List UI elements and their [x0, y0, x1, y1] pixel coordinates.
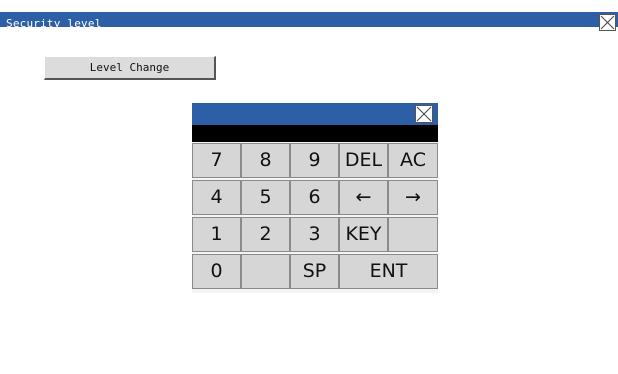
numeric-keypad: 7 8 9 DEL AC 4 5 6 ← → 1 2 3 KEY 0 SP EN… — [192, 103, 438, 293]
key-left-arrow[interactable]: ← — [339, 180, 388, 215]
keypad-title-bar — [192, 103, 438, 125]
key-del[interactable]: DEL — [339, 143, 388, 178]
title-bar: Security level — [0, 0, 618, 31]
key-0[interactable]: 0 — [192, 254, 241, 289]
key-4[interactable]: 4 — [192, 180, 241, 215]
key-key[interactable]: KEY — [339, 217, 388, 252]
key-blank — [388, 217, 438, 252]
key-enter[interactable]: ENT — [339, 254, 438, 289]
level-change-button[interactable]: Level Change — [44, 56, 216, 80]
key-8[interactable]: 8 — [241, 143, 290, 178]
key-blank — [241, 254, 290, 289]
keypad-close-button[interactable] — [415, 105, 433, 123]
keypad-display — [192, 125, 438, 142]
window-title: Security level — [6, 17, 102, 30]
close-x-icon — [416, 106, 432, 122]
key-1[interactable]: 1 — [192, 217, 241, 252]
key-9[interactable]: 9 — [290, 143, 339, 178]
close-x-icon — [600, 15, 615, 30]
key-ac[interactable]: AC — [388, 143, 438, 178]
key-5[interactable]: 5 — [241, 180, 290, 215]
key-7[interactable]: 7 — [192, 143, 241, 178]
key-right-arrow[interactable]: → — [388, 180, 438, 215]
window-close-button[interactable] — [599, 14, 616, 31]
key-2[interactable]: 2 — [241, 217, 290, 252]
keypad-keys: 7 8 9 DEL AC 4 5 6 ← → 1 2 3 KEY 0 SP EN… — [192, 143, 438, 291]
key-6[interactable]: 6 — [290, 180, 339, 215]
key-3[interactable]: 3 — [290, 217, 339, 252]
key-space[interactable]: SP — [290, 254, 339, 289]
